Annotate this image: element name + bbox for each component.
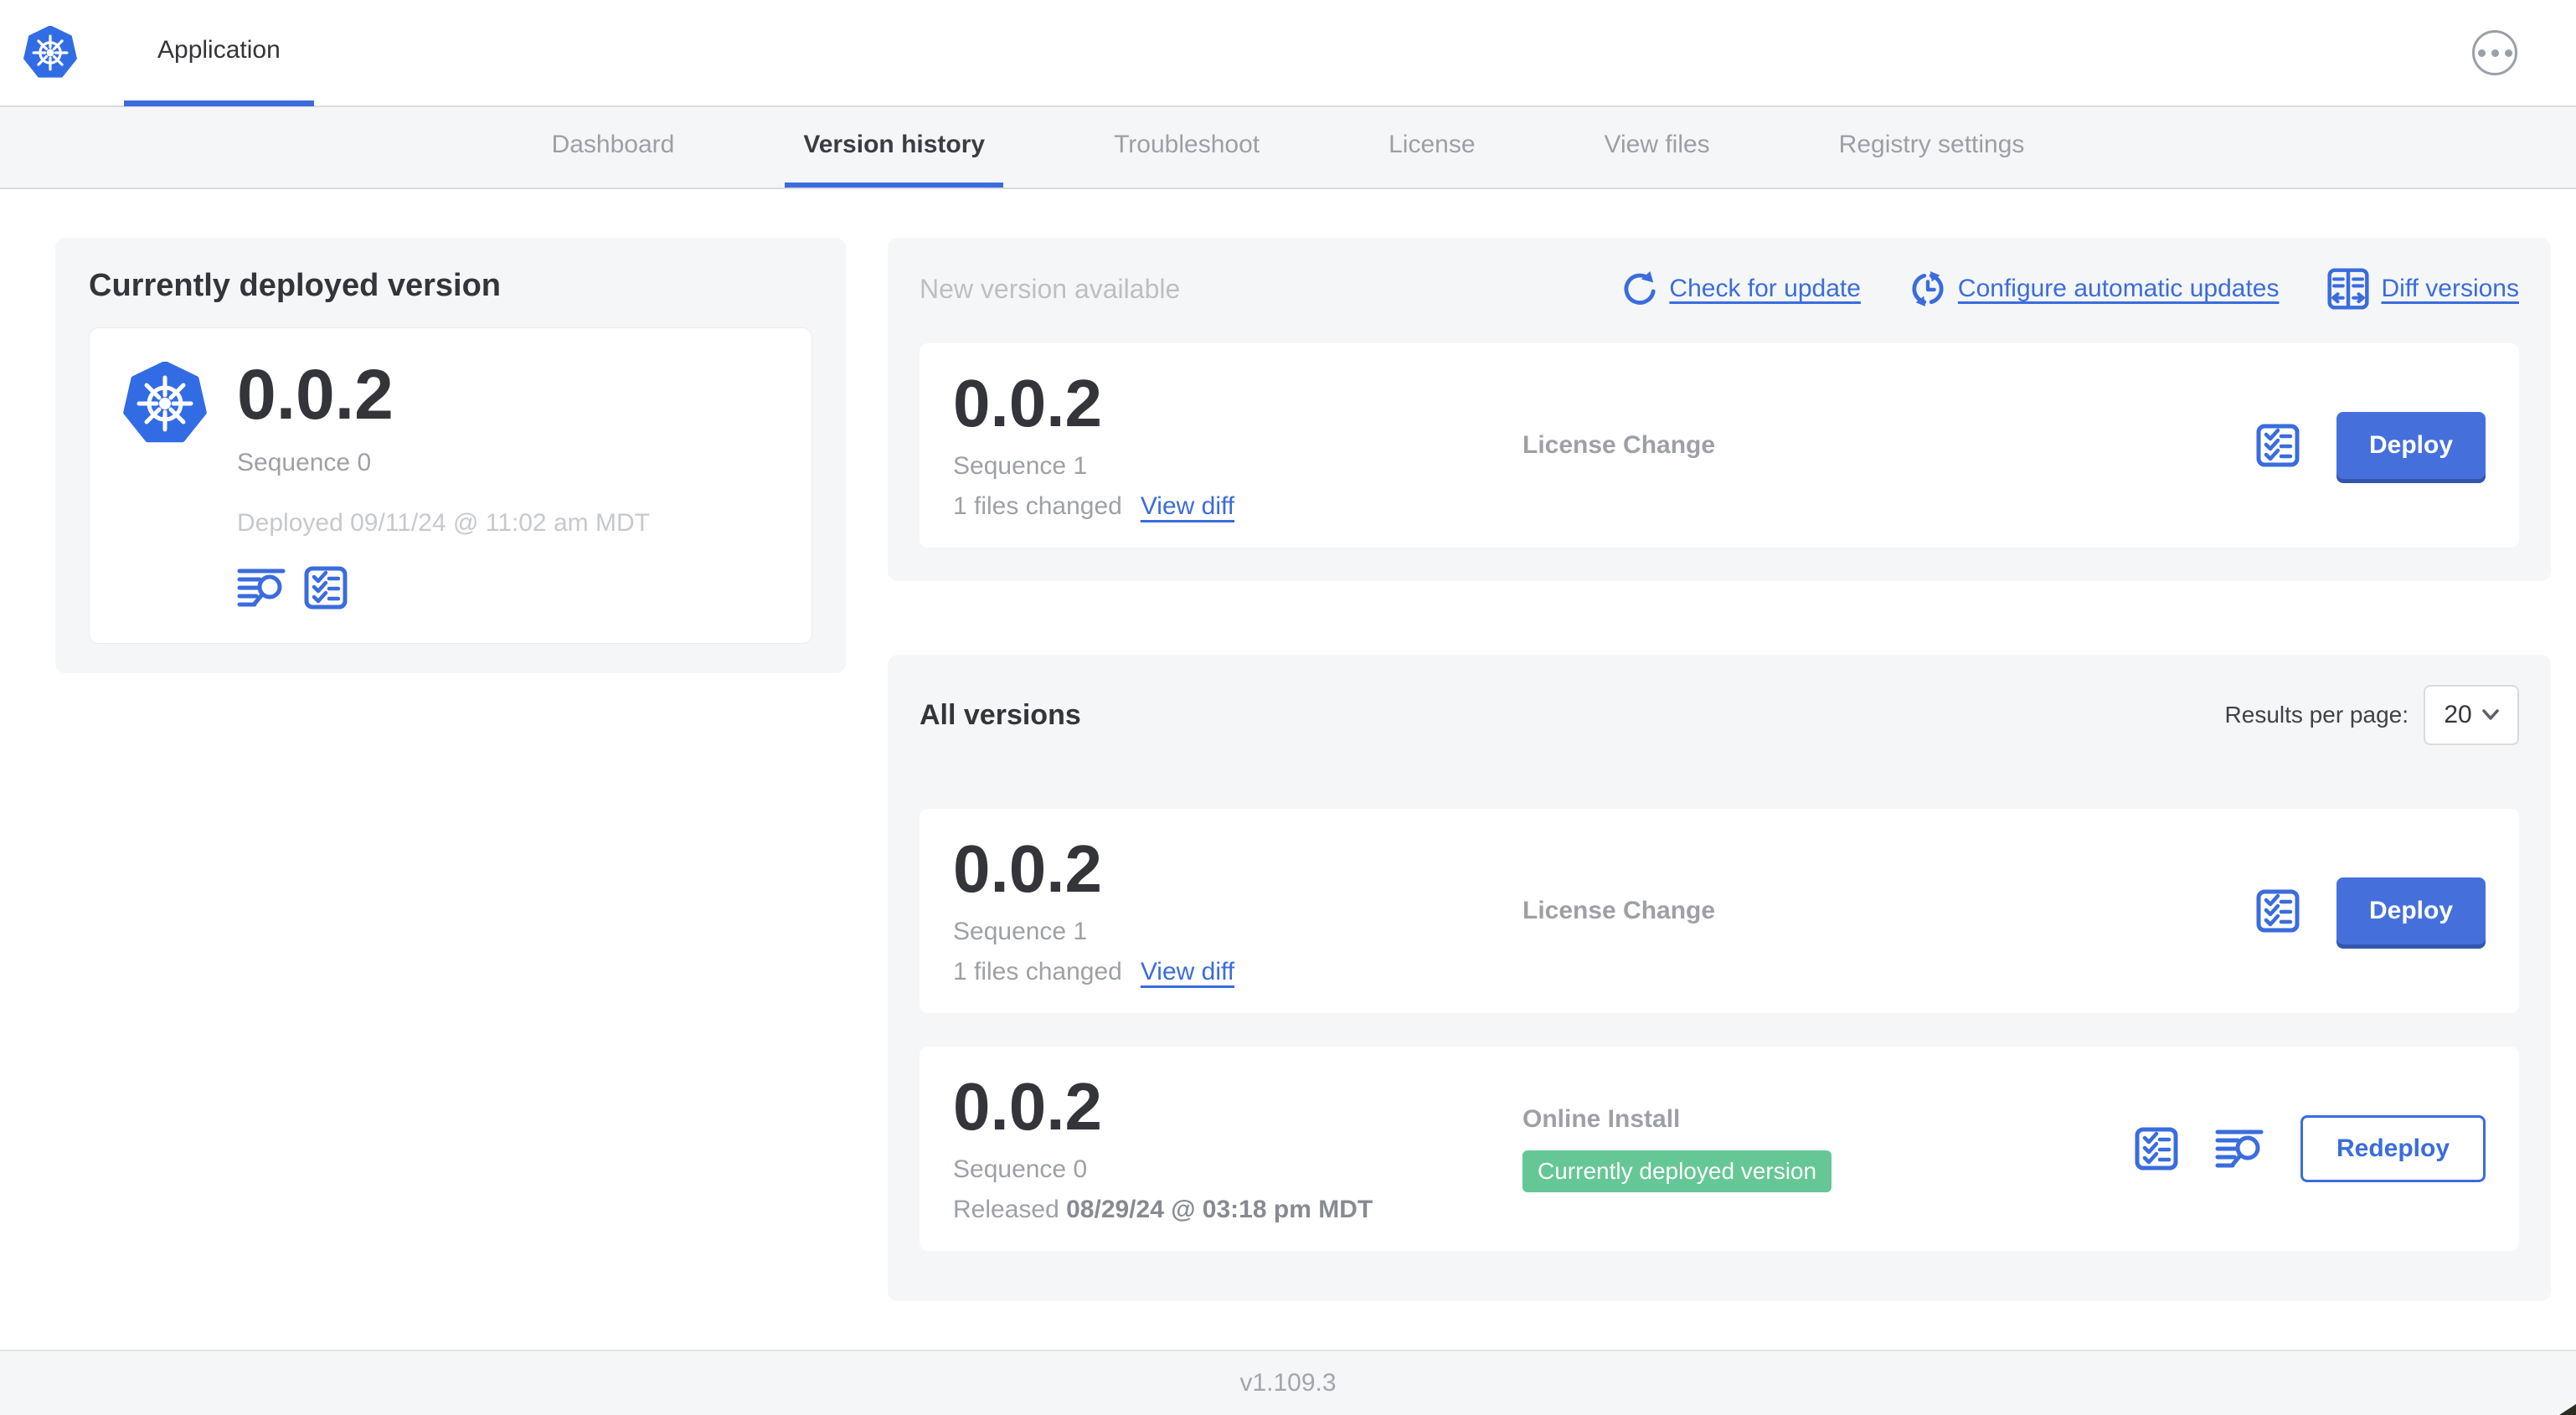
cursor-artifact xyxy=(2559,1404,2576,1415)
diff-versions-link[interactable]: Diff versions xyxy=(2327,268,2519,310)
app-tab-label: Application xyxy=(157,35,281,64)
new-version-heading: New version available xyxy=(920,273,1181,304)
refresh-icon xyxy=(1620,270,1657,307)
currently-deployed-heading: Currently deployed version xyxy=(89,268,502,303)
auto-update-clock-icon xyxy=(1909,270,1946,308)
overflow-menu-button[interactable] xyxy=(2472,30,2517,75)
version-sequence: Sequence 1 xyxy=(953,452,1088,480)
diff-icon xyxy=(2327,268,2369,310)
kubernetes-app-icon xyxy=(123,362,207,445)
preflight-checks-icon[interactable] xyxy=(2256,889,2300,933)
new-version-panel: New version available Check for update C… xyxy=(888,238,2551,581)
configure-automatic-updates-link[interactable]: Configure automatic updates xyxy=(1909,270,2279,308)
new-version-card: 0.0.2 Sequence 1 1 files changed View di… xyxy=(920,343,2519,548)
tab-license[interactable]: License xyxy=(1370,107,1493,188)
footer: v1.109.3 xyxy=(0,1350,2576,1415)
main-content: Currently deployed version 0.0.2 Sequenc… xyxy=(0,189,2576,1301)
version-sequence: Sequence 0 xyxy=(953,1155,1088,1183)
version-row: 0.0.2 Sequence 0 Released 08/29/24 @ 03:… xyxy=(920,1047,2519,1251)
files-changed-label: 1 files changed xyxy=(953,492,1122,520)
nav-tabs: Dashboard Version history Troubleshoot L… xyxy=(0,107,2576,189)
results-per-page-label: Results per page: xyxy=(2224,702,2409,728)
preflight-checks-icon[interactable] xyxy=(304,566,348,610)
console-version: v1.109.3 xyxy=(1239,1369,1337,1397)
deployed-version-number: 0.0.2 xyxy=(237,355,394,434)
view-deploy-logs-icon[interactable] xyxy=(237,568,286,608)
deploy-button[interactable]: Deploy xyxy=(2336,877,2486,944)
version-sequence: Sequence 1 xyxy=(953,918,1088,945)
redeploy-button[interactable]: Redeploy xyxy=(2300,1115,2486,1182)
currently-deployed-card: 0.0.2 Sequence 0 Deployed 09/11/24 @ 11:… xyxy=(89,327,812,644)
app-tab-application[interactable]: Application xyxy=(124,0,314,106)
preflight-checks-icon[interactable] xyxy=(2256,424,2300,467)
deployed-sequence: Sequence 0 xyxy=(237,448,372,476)
version-number: 0.0.2 xyxy=(953,831,1102,906)
view-diff-link[interactable]: View diff xyxy=(1141,492,1234,521)
tab-troubleshoot[interactable]: Troubleshoot xyxy=(1095,107,1278,188)
results-per-page-select[interactable]: 20 xyxy=(2424,685,2519,745)
kubernetes-logo-icon xyxy=(23,26,77,80)
view-deploy-logs-icon[interactable] xyxy=(2215,1129,2264,1169)
tab-version-history[interactable]: Version history xyxy=(785,107,1004,188)
released-label: Released xyxy=(953,1196,1059,1223)
version-source: License Change xyxy=(1522,431,1716,459)
tab-dashboard[interactable]: Dashboard xyxy=(533,107,693,188)
ellipsis-icon xyxy=(2477,49,2486,57)
top-bar: Application xyxy=(0,0,2576,107)
currently-deployed-badge: Currently deployed version xyxy=(1522,1150,1832,1192)
chevron-down-icon xyxy=(2481,709,2499,721)
tab-registry-settings[interactable]: Registry settings xyxy=(1821,107,2043,188)
all-versions-panel: All versions Results per page: 20 0.0.2 … xyxy=(888,655,2551,1301)
version-source: License Change xyxy=(1522,897,1716,924)
version-row: 0.0.2 Sequence 1 1 files changed View di… xyxy=(920,809,2519,1013)
currently-deployed-panel: Currently deployed version 0.0.2 Sequenc… xyxy=(55,238,846,673)
deploy-button[interactable]: Deploy xyxy=(2336,412,2486,479)
preflight-checks-icon[interactable] xyxy=(2135,1127,2178,1171)
version-number: 0.0.2 xyxy=(953,1069,1102,1144)
all-versions-heading: All versions xyxy=(920,698,1081,731)
files-changed-label: 1 files changed xyxy=(953,958,1122,985)
tab-view-files[interactable]: View files xyxy=(1586,107,1728,188)
view-diff-link[interactable]: View diff xyxy=(1141,958,1234,986)
version-number: 0.0.2 xyxy=(953,366,1102,440)
released-timestamp: 08/29/24 @ 03:18 pm MDT xyxy=(1066,1196,1373,1223)
version-source: Online Install xyxy=(1522,1105,1681,1133)
deployed-timestamp: Deployed 09/11/24 @ 11:02 am MDT xyxy=(237,508,650,537)
check-for-update-link[interactable]: Check for update xyxy=(1620,270,1861,307)
